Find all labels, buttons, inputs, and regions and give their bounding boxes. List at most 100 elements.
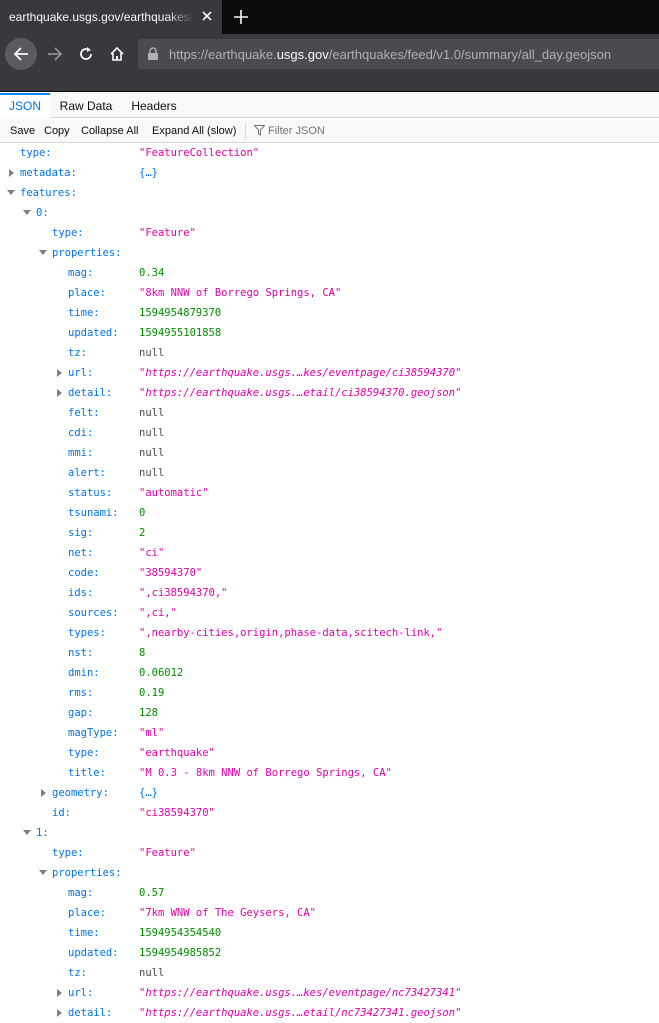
json-key: felt: [68,407,100,419]
collapsed-arrow-icon[interactable] [57,1009,62,1017]
json-value: "ci38594370" [139,807,215,819]
json-value: 1594955101858 [139,327,222,339]
tree-row: mmi: null [0,443,659,463]
close-tab-icon[interactable] [198,7,216,25]
tree-row: status: "automatic" [0,483,659,503]
json-value: 128 [139,707,158,719]
copy-button[interactable]: Copy [44,125,70,137]
json-value: null [139,407,165,419]
tree-row: types: ",nearby-cities,origin,phase-data,… [0,623,659,643]
lock-icon[interactable] [147,47,159,66]
tree-row: tz: null [0,343,659,363]
new-tab-icon[interactable] [230,6,252,28]
filter-placeholder: Filter JSON [268,125,325,137]
back-icon[interactable] [5,38,37,70]
tree-row: updated: 1594954985852 [0,943,659,963]
tab-title: earthquake.usgs.gov/earthquakes/feed/v1.… [9,10,194,24]
tree-row[interactable]: url: "https://earthquake.usgs.…kes/eventp… [0,363,659,383]
tree-row: alert: null [0,463,659,483]
tree-row[interactable]: features: [0,183,659,203]
tree-row: gap: 128 [0,703,659,723]
json-value: 0.57 [139,887,165,899]
forward-icon[interactable] [40,39,70,69]
json-value: null [139,347,165,359]
collapsed-arrow-icon[interactable] [9,169,14,177]
json-key: gap: [68,707,94,719]
json-key: detail: [68,1007,113,1019]
tab-headers[interactable]: Headers [122,93,186,118]
json-value: ",ci38594370," [139,587,228,599]
tree-row[interactable]: properties: [0,243,659,263]
tree-row[interactable]: 1: [0,823,659,843]
collapse-all-button[interactable]: Collapse All [81,125,138,137]
expand-all-button[interactable]: Expand All (slow) [152,125,236,137]
tree-row[interactable]: geometry: {…} [0,783,659,803]
json-key: sig: [68,527,94,539]
json-value: 1594954354540 [139,927,222,939]
json-toolbar: Save Copy Collapse All Expand All (slow)… [0,119,659,143]
expanded-arrow-icon[interactable] [39,250,47,255]
tree-row: felt: null [0,403,659,423]
tree-row: mag: 0.34 [0,263,659,283]
json-key: metadata: [20,167,77,179]
reload-icon[interactable] [71,39,101,69]
browser-tab[interactable]: earthquake.usgs.gov/earthquakes/feed/v1.… [0,0,222,34]
tree-row: sig: 2 [0,523,659,543]
json-key: ids: [68,587,94,599]
collapsed-arrow-icon[interactable] [41,789,46,797]
json-key: mag: [68,267,94,279]
json-value: "ci" [139,547,165,559]
json-key: magType: [68,727,119,739]
tree-row[interactable]: properties: [0,863,659,883]
json-value: "ml" [139,727,165,739]
tree-row: mag: 0.57 [0,883,659,903]
home-icon[interactable] [102,39,132,69]
tree-row[interactable]: 0: [0,203,659,223]
json-value: 1594954985852 [139,947,222,959]
tree-row: place: "8km NNW of Borrego Springs, CA" [0,283,659,303]
collapsed-arrow-icon[interactable] [57,369,62,377]
url-bar[interactable]: https://earthquake.usgs.gov/earthquakes/… [138,39,659,69]
tree-row[interactable]: detail: "https://earthquake.usgs.…etail/n… [0,1003,659,1023]
tree-row[interactable]: metadata: {…} [0,163,659,183]
tree-row: type: "FeatureCollection" [0,143,659,163]
collapsed-arrow-icon[interactable] [57,989,62,997]
json-value: 0.34 [139,267,165,279]
json-key: url: [68,987,94,999]
url-prefix: https://earthquake. [169,47,277,62]
json-value: null [139,427,165,439]
save-button[interactable]: Save [10,125,35,137]
tree-row: tz: null [0,963,659,983]
url-text[interactable]: https://earthquake.usgs.gov/earthquakes/… [169,47,611,62]
tab-strip: earthquake.usgs.gov/earthquakes/feed/v1.… [0,0,659,34]
expanded-arrow-icon[interactable] [7,190,15,195]
tree-row: type: "earthquake" [0,743,659,763]
json-value: "38594370" [139,567,203,579]
collapsed-arrow-icon[interactable] [57,389,62,397]
json-key: 0: [36,207,49,219]
tree-row: nst: 8 [0,643,659,663]
expanded-arrow-icon[interactable] [23,830,31,835]
tab-json[interactable]: JSON [0,93,50,118]
json-key: 1: [36,827,49,839]
json-key: mag: [68,887,94,899]
json-key: place: [68,907,106,919]
viewer-tabs: JSON Raw Data Headers [0,93,659,118]
json-key: types: [68,627,106,639]
filter-json-input[interactable]: Filter JSON [253,123,443,139]
tree-row[interactable]: url: "https://earthquake.usgs.…kes/eventp… [0,983,659,1003]
url-path: /earthquakes/feed/v1.0/summary/all_day.g… [328,47,612,62]
tab-raw-data[interactable]: Raw Data [50,93,122,118]
json-key: url: [68,367,94,379]
tree-row: updated: 1594955101858 [0,323,659,343]
expanded-arrow-icon[interactable] [23,210,31,215]
expanded-arrow-icon[interactable] [39,870,47,875]
tree-row: title: "M 0.3 - 8km NNW of Borrego Spring… [0,763,659,783]
json-value: null [139,447,165,459]
json-key: time: [68,307,100,319]
tree-row: dmin: 0.06012 [0,663,659,683]
json-value: "Feature" [139,227,196,239]
tree-row[interactable]: detail: "https://earthquake.usgs.…etail/c… [0,383,659,403]
json-value: 0.19 [139,687,165,699]
json-value: "Feature" [139,847,196,859]
